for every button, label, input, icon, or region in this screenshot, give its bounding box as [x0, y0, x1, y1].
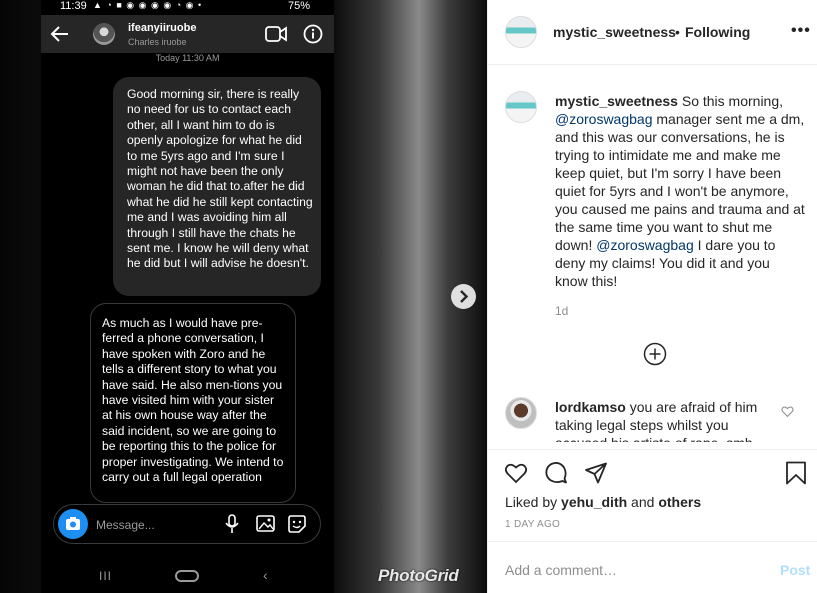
likes-prefix: Liked by — [505, 494, 562, 510]
add-comment-input[interactable]: Add a comment… — [505, 562, 617, 578]
gallery-icon — [256, 515, 275, 532]
likes-middle: and — [627, 494, 659, 510]
post-header: mystic_sweetness • Following ••• — [488, 0, 817, 65]
heart-icon[interactable] — [503, 461, 529, 485]
caption-avatar[interactable] — [505, 91, 537, 123]
camera-icon — [66, 517, 80, 530]
status-time: 11:39 — [60, 0, 87, 12]
comment-item: lordkamso you are afraid of him taking l… — [555, 398, 775, 442]
add-comment-bar: Add a comment… Post — [488, 541, 817, 593]
post-date[interactable]: 1 DAY AGO — [505, 519, 560, 530]
post-actions: Liked by yehu_dith and others 1 DAY AGO … — [488, 449, 817, 593]
message-timestamp: Today 11:30 AM — [155, 53, 220, 63]
chat-display-name: Charles iruobe — [128, 37, 187, 47]
comment-like-icon[interactable] — [781, 405, 794, 418]
message-composer: Message... — [53, 504, 321, 544]
caption-mention-1[interactable]: @zoroswagbag — [555, 111, 653, 127]
likes-summary: Liked by yehu_dith and others — [505, 494, 701, 510]
more-icon[interactable]: ••• — [791, 22, 811, 40]
video-call-icon — [265, 26, 287, 42]
status-bar: 11:39 ▲ ◔ ■ ◉ ◉ ◉ ◉ ◔ ◉ • 75% — [41, 0, 334, 14]
photogrid-watermark: PhotoGrid — [378, 566, 459, 585]
caption-text-2: manager sent me a dm, and this was our c… — [555, 111, 805, 253]
post-panel: mystic_sweetness • Following ••• mystic_… — [487, 0, 817, 593]
header-separator: • — [675, 24, 680, 40]
following-button[interactable]: Following — [685, 24, 750, 40]
bookmark-icon[interactable] — [785, 461, 807, 485]
caption-username[interactable]: mystic_sweetness — [555, 93, 678, 109]
phone-screenshot: 11:39 ▲ ◔ ■ ◉ ◉ ◉ ◉ ◔ ◉ • 75% ifeanyiiru… — [41, 0, 334, 593]
nav-back-icon: ‹ — [263, 567, 268, 583]
author-avatar[interactable] — [505, 16, 537, 48]
chat-username: ifeanyiiruobe — [128, 22, 197, 34]
likes-user[interactable]: yehu_dith — [561, 494, 627, 510]
chat-header: ifeanyiiruobe Charles iruobe — [41, 15, 334, 53]
post-comment-button[interactable]: Post — [780, 562, 810, 578]
next-photo-button[interactable] — [451, 284, 476, 309]
comment-icon[interactable] — [543, 461, 569, 485]
nav-home-icon — [175, 570, 199, 582]
caption-mention-2[interactable]: @zoroswagbag — [596, 237, 694, 253]
camera-button — [58, 509, 88, 539]
sticker-icon — [288, 515, 306, 533]
caption-time[interactable]: 1d — [555, 304, 568, 318]
back-arrow-icon — [50, 26, 68, 42]
message-input: Message... — [96, 518, 155, 532]
nav-recent-icon: III — [99, 569, 113, 583]
post-photo: 11:39 ▲ ◔ ■ ◉ ◉ ◉ ◉ ◔ ◉ • 75% ifeanyiiru… — [0, 0, 487, 593]
status-icons: ▲ ◔ ■ ◉ ◉ ◉ ◉ ◔ ◉ • — [93, 0, 203, 10]
chat-avatar — [93, 23, 115, 45]
commenter-avatar[interactable] — [505, 397, 537, 429]
caption-text-1: So this morning, — [677, 93, 784, 109]
info-icon — [303, 24, 323, 44]
chevron-right-icon — [460, 290, 469, 303]
android-nav-bar: III ‹ — [41, 560, 334, 593]
plus-circle-icon[interactable] — [643, 342, 667, 366]
post-caption: mystic_sweetness So this morning, @zoros… — [555, 92, 805, 290]
likes-others[interactable]: others — [658, 494, 701, 510]
mic-icon — [225, 514, 239, 533]
received-message: As much as I would have pre-ferred a pho… — [90, 303, 296, 503]
comment-username[interactable]: lordkamso — [555, 399, 626, 415]
sent-message: Good morning sir, there is really no nee… — [113, 77, 321, 296]
share-icon[interactable] — [583, 461, 609, 485]
battery-level: 75% — [287, 0, 310, 12]
author-username[interactable]: mystic_sweetness — [553, 24, 676, 40]
